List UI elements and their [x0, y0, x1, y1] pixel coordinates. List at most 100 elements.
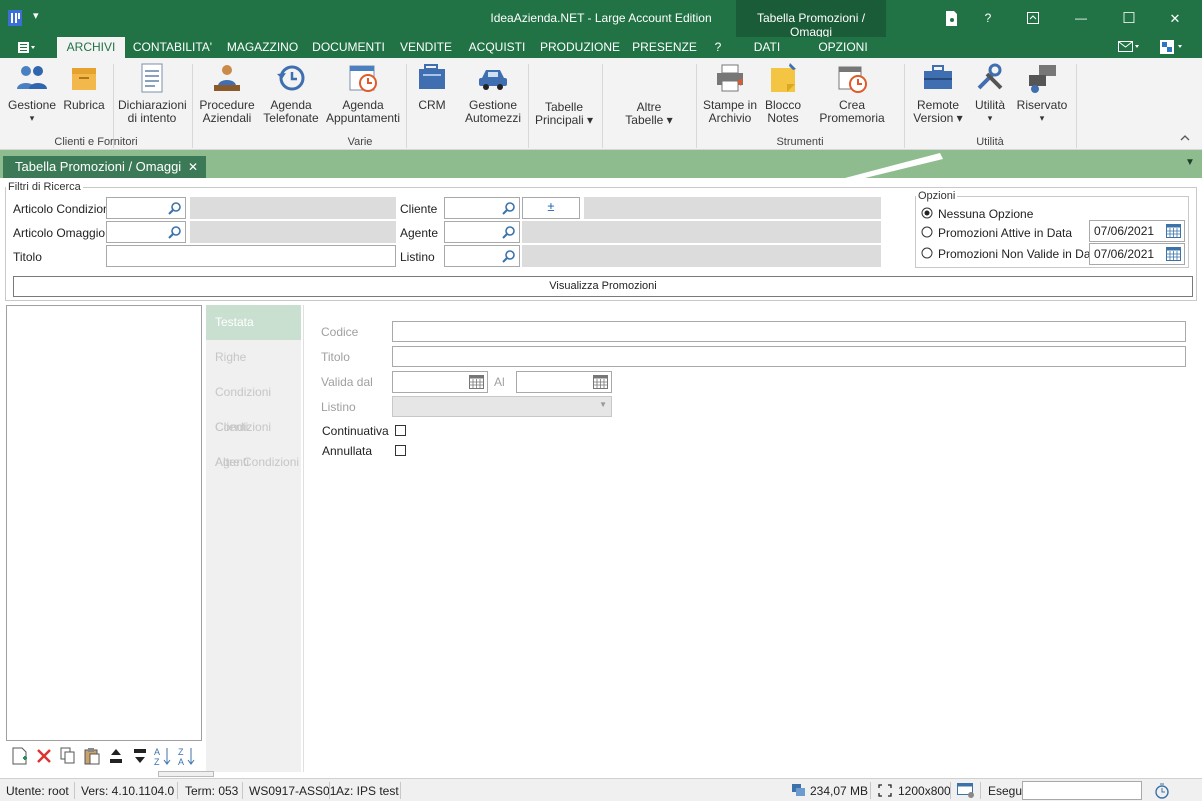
- separator: [950, 782, 951, 799]
- stampe-archivio-button[interactable]: Stampe in Archivio: [702, 62, 758, 125]
- cliente-input[interactable]: [444, 197, 520, 219]
- collapse-ribbon-icon[interactable]: [1180, 134, 1190, 141]
- annullata-checkbox[interactable]: [395, 445, 406, 456]
- gestione-label: Gestione: [7, 98, 57, 112]
- side-tab-condizioni-agenti[interactable]: Condizioni Agenti: [206, 410, 301, 469]
- cliente-plus-button[interactable]: ±: [522, 197, 580, 219]
- delete-icon[interactable]: [36, 748, 52, 764]
- document-user-icon[interactable]: [945, 11, 958, 26]
- tab-dati[interactable]: DATI: [745, 37, 789, 58]
- crm-button[interactable]: CRM: [412, 62, 452, 112]
- tab-archivi[interactable]: ARCHIVI: [57, 37, 125, 58]
- date-non-valide-input[interactable]: 07/06/2021: [1089, 243, 1185, 265]
- tab-list-dropdown-icon[interactable]: ▼: [1185, 157, 1195, 168]
- radio-promozioni-non-valide[interactable]: [921, 247, 933, 259]
- calendar-icon[interactable]: [1166, 247, 1181, 261]
- context-title: Tabella Promozioni / Omaggi: [756, 11, 866, 39]
- automezzi-button[interactable]: Gestione Automezzi: [462, 62, 524, 125]
- altre-tabelle-button[interactable]: Altre Tabelle ▾: [616, 101, 682, 127]
- help-button[interactable]: ?: [965, 0, 1011, 37]
- radio-nessuna-opzione[interactable]: [921, 207, 933, 219]
- search-icon[interactable]: [168, 225, 182, 239]
- promozioni-list[interactable]: [6, 305, 202, 741]
- maximize-button[interactable]: ☐: [1106, 0, 1152, 37]
- gestione-button[interactable]: Gestione ▾: [6, 62, 58, 125]
- blocco-notes-button[interactable]: Blocco Notes: [762, 62, 804, 125]
- procedure-button[interactable]: Procedure Aziendali: [198, 62, 256, 125]
- search-icon[interactable]: [502, 225, 516, 239]
- articolo-condizione-input[interactable]: [106, 197, 186, 219]
- mail-icon[interactable]: [1118, 41, 1140, 53]
- valida-dal-input[interactable]: [392, 371, 488, 393]
- calendar-icon[interactable]: [469, 375, 484, 389]
- annullata-label: Annullata: [322, 444, 373, 458]
- valida-al-input[interactable]: [516, 371, 612, 393]
- sort-descending-icon[interactable]: ZA: [178, 746, 196, 766]
- visualizza-promozioni-button[interactable]: Visualizza Promozioni: [13, 276, 1193, 297]
- new-record-icon[interactable]: [12, 747, 28, 765]
- copy-icon[interactable]: [60, 747, 76, 765]
- utilita-button[interactable]: Utilità ▾: [968, 62, 1012, 125]
- tabelle-principali-button[interactable]: Tabelle Principali ▾: [532, 101, 596, 127]
- move-down-icon[interactable]: [132, 747, 148, 765]
- close-button[interactable]: ✕: [1152, 0, 1198, 37]
- radio-promozioni-attive[interactable]: [921, 226, 933, 238]
- sort-ascending-icon[interactable]: AZ: [154, 746, 172, 766]
- side-tab-altre-condizioni[interactable]: Altre Condizioni: [206, 445, 301, 480]
- side-tab-condizioni-clienti[interactable]: Condizioni Clienti: [206, 375, 301, 434]
- restore-ribbon-icon[interactable]: [1027, 12, 1039, 24]
- date-attive-input[interactable]: 07/06/2021: [1089, 220, 1185, 242]
- search-icon[interactable]: [502, 201, 516, 215]
- agenda-appuntamenti-button[interactable]: Agenda Appuntamenti: [326, 62, 400, 125]
- side-tab-testata[interactable]: Testata: [206, 305, 301, 340]
- calendar-icon[interactable]: [593, 375, 608, 389]
- dichiarazioni-button[interactable]: Dichiarazioni di intento: [118, 62, 187, 125]
- listino-filter-input[interactable]: [444, 245, 520, 267]
- tab-presenze[interactable]: PRESENZE: [632, 37, 697, 58]
- servers-icon: [1029, 65, 1056, 93]
- file-menu-icon[interactable]: [18, 42, 36, 53]
- titolo-filter-input[interactable]: [106, 245, 396, 267]
- tab-contabilita[interactable]: CONTABILITA': [130, 37, 215, 58]
- separator: [1076, 64, 1077, 148]
- search-icon[interactable]: [502, 249, 516, 263]
- codice-input[interactable]: [392, 321, 1186, 342]
- crea-promemoria-button[interactable]: Crea Promemoria: [808, 62, 896, 125]
- window-settings-icon[interactable]: [957, 783, 975, 798]
- move-up-icon[interactable]: [108, 747, 124, 765]
- tab-produzione[interactable]: PRODUZIONE: [540, 37, 620, 58]
- tab-acquisti[interactable]: ACQUISTI: [465, 37, 529, 58]
- esegui-input[interactable]: [1022, 781, 1142, 800]
- timer-icon[interactable]: [1154, 783, 1170, 799]
- doc-tab-close-icon[interactable]: ✕: [188, 156, 198, 178]
- promozioni-non-valide-label: Promozioni Non Valide in Data: [938, 247, 1101, 261]
- side-tabs: Testata Righe Condizioni Clienti Condizi…: [206, 305, 301, 772]
- continuativa-checkbox[interactable]: [395, 425, 406, 436]
- quick-access-dropdown-icon[interactable]: ▾: [33, 9, 39, 22]
- search-icon[interactable]: [168, 201, 182, 215]
- tab-opzioni[interactable]: OPZIONI: [812, 37, 874, 58]
- agenda-telefonate-button[interactable]: Agenda Telefonate: [262, 62, 320, 125]
- rubrica-button[interactable]: Rubrica: [62, 62, 106, 112]
- calendar-icon[interactable]: [1166, 224, 1181, 238]
- listino-select[interactable]: ▼: [392, 396, 612, 417]
- agente-desc: [522, 221, 881, 243]
- tab-help[interactable]: ?: [708, 37, 728, 58]
- riservato-button[interactable]: Riservato ▾: [1014, 62, 1070, 125]
- filtri-legend: Filtri di Ricerca: [8, 181, 81, 193]
- minimize-button[interactable]: —: [1058, 0, 1104, 37]
- doc-tab-promozioni[interactable]: Tabella Promozioni / Omaggi ✕: [3, 156, 206, 178]
- tab-documenti[interactable]: DOCUMENTI: [310, 37, 387, 58]
- agente-input[interactable]: [444, 221, 520, 243]
- tab-vendite[interactable]: VENDITE: [398, 37, 454, 58]
- tab-magazzino[interactable]: MAGAZZINO: [224, 37, 301, 58]
- articolo-omaggio-input[interactable]: [106, 221, 186, 243]
- riservato-label: Riservato: [1016, 98, 1068, 112]
- windows-layout-icon[interactable]: [1160, 40, 1186, 55]
- horizontal-scrollbar[interactable]: [158, 771, 214, 777]
- side-tab-righe[interactable]: Righe: [206, 340, 301, 375]
- paste-icon[interactable]: [84, 747, 100, 765]
- tabelle-principali-label2: Principali ▾: [534, 113, 594, 127]
- remote-version-button[interactable]: Remote Version ▾: [910, 62, 966, 125]
- titolo-input[interactable]: [392, 346, 1186, 367]
